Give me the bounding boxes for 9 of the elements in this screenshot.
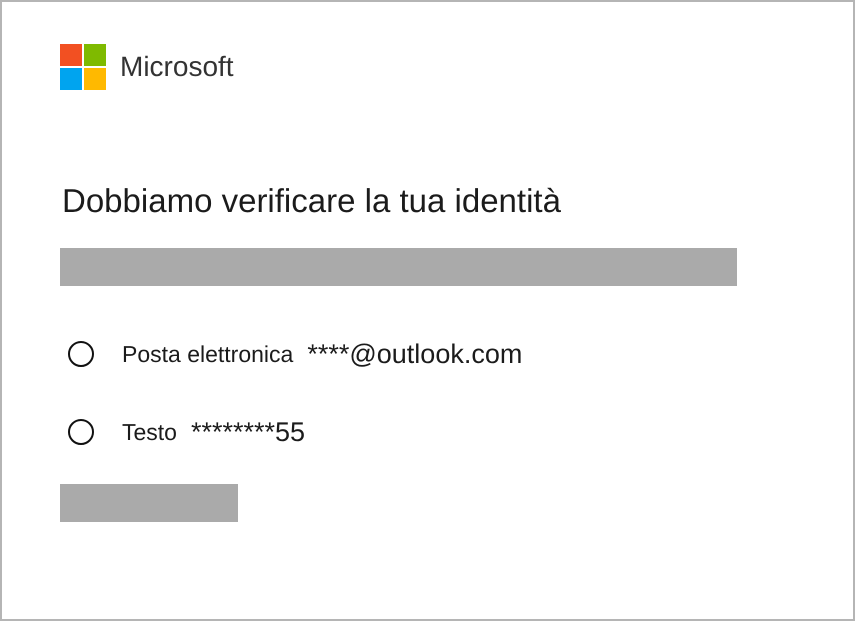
brand-name: Microsoft [120, 51, 234, 83]
masked-contact: ********55 [190, 416, 306, 448]
logo-icon [60, 44, 106, 90]
option-label: Testo [122, 418, 177, 446]
option-label: Posta elettronica [122, 340, 294, 368]
masked-contact: ****@outlook.com [307, 338, 522, 370]
radio-button[interactable] [68, 341, 94, 367]
page-title: Dobbiamo verificare la tua identità [62, 182, 562, 220]
radio-button[interactable] [68, 419, 94, 445]
